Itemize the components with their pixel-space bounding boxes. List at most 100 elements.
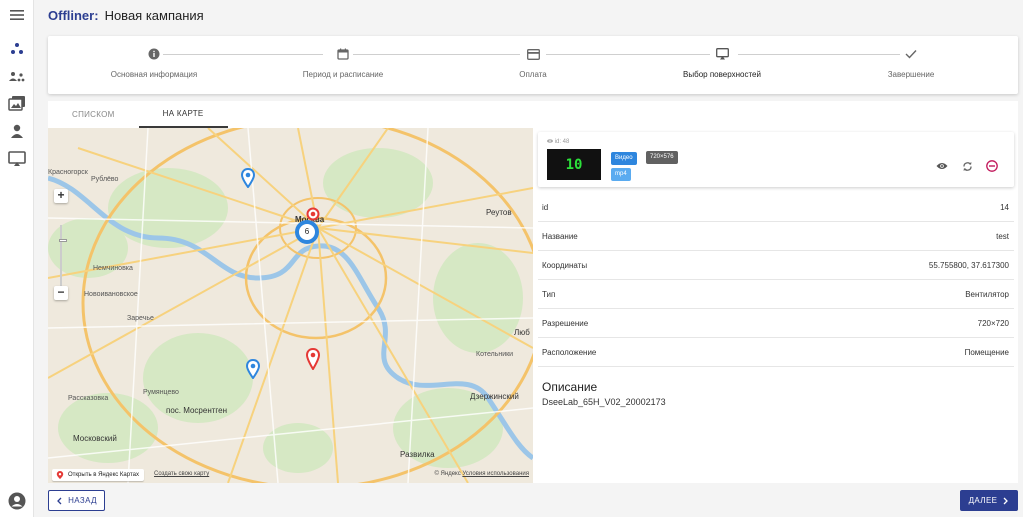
prop-value: test [996,231,1009,241]
prop-value: 720×720 [977,318,1009,328]
page-title: Новая кампания [104,7,204,23]
next-button[interactable]: ДАЛЕЕ [960,490,1018,511]
map-label: Московский [73,434,117,443]
dots-icon[interactable] [6,38,28,60]
create-map-link[interactable]: Создать свою карту [154,471,209,477]
step-finish[interactable]: Завершение [861,36,961,94]
monitor-icon[interactable] [6,148,28,170]
cast-icon [715,47,729,61]
map-label: Рассказовка [68,395,109,402]
details-panel: id: 48 10 Видео 720×576 mp4 id 14 Назван… [538,128,1014,483]
badge-video: Видео [611,152,637,165]
map-label: Люб [514,328,530,337]
brand-name: Offliner: [48,7,99,23]
step-payment[interactable]: Оплата [483,36,583,94]
map-background [48,128,533,483]
map-label: Рублёво [91,176,119,183]
badge-resolution: 720×576 [646,151,678,164]
back-button[interactable]: НАЗАД [48,490,105,511]
back-label: НАЗАД [68,496,97,505]
remove-icon[interactable] [986,160,998,172]
gallery-icon[interactable] [6,92,28,114]
step-surfaces[interactable]: Выбор поверхностей [672,36,772,94]
account-icon[interactable] [6,490,28,512]
step-label: Оплата [519,70,547,79]
step-label: Завершение [887,70,935,79]
copyright-text: © Яндекс [434,471,461,477]
prop-key: Разрешение [542,318,589,328]
zoom-in-button[interactable]: + [54,189,68,203]
users-icon[interactable] [6,65,28,87]
step-label: Период и расписание [302,70,384,79]
terms-link[interactable]: Условия использования [462,471,529,477]
map-cluster[interactable]: 6 [295,220,319,244]
map-footer: Открыть в Яндекс Картах Создать свою кар… [48,467,533,483]
surface-id-label: id: 48 [554,139,570,145]
prop-value: Помещение [964,347,1009,357]
description-title: Описание [542,380,598,394]
next-label: ДАЛЕЕ [968,496,998,505]
calendar-icon [336,47,350,61]
open-yandex-label: Открыть в Яндекс Картах [68,472,139,478]
main-card: СПИСКОМ НА КАРТЕ Рублёво Красногорск Реу… [48,101,1018,483]
eye-small-icon [547,139,553,143]
refresh-icon[interactable] [961,160,973,172]
map-pin-blue[interactable] [241,168,255,188]
map-label: Реутов [486,208,512,217]
map-label: Новоивановское [84,291,138,298]
prop-row: Разрешение 720×720 [538,309,1014,338]
surface-card: id: 48 10 Видео 720×576 mp4 [538,132,1014,187]
map-label: Развилка [400,450,435,459]
map-label: Заречье [127,315,154,322]
prop-key: id [542,202,549,212]
prop-value: 55.755800, 37.617300 [928,260,1009,270]
map-label: Румянцево [143,389,179,396]
map-label: пос. Мосрентген [166,406,228,415]
top-bar: Offliner: Новая кампания [34,0,1023,30]
description-text: DseeLab_65H_V02_20002173 [542,397,666,407]
step-label: Выбор поверхностей [683,70,761,79]
step-basic-info[interactable]: Основная информация [104,36,204,94]
map-copyright: © Яндекс Условия использования [434,471,529,477]
map-label: Красногорск [48,169,88,176]
info-icon [147,47,161,61]
preview-eye-icon[interactable] [936,160,948,172]
prop-key: Название [542,231,578,241]
prop-row: Расположение Помещение [538,338,1014,367]
map-pin-red[interactable] [306,348,320,370]
zoom-handle[interactable] [59,239,67,242]
zoom-out-button[interactable]: − [54,286,68,300]
yandex-pin-icon [56,471,64,479]
tab-map[interactable]: НА КАРТЕ [138,101,228,128]
chevron-left-icon [57,497,62,504]
media-thumbnail: 10 [547,149,601,180]
check-icon [904,47,918,61]
map-label: Котельники [476,351,514,358]
prop-row: Координаты 55.755800, 37.617300 [538,251,1014,280]
view-tabs: СПИСКОМ НА КАРТЕ [48,101,228,128]
prop-key: Координаты [542,260,588,270]
prop-key: Тип [542,289,556,299]
map-label: Немчиновка [93,265,133,272]
map-pin-red[interactable] [306,207,320,221]
prop-row: Тип Вентилятор [538,280,1014,309]
tab-list[interactable]: СПИСКОМ [48,101,139,128]
side-rail [0,0,34,517]
map-label: Дзержинский [470,392,519,401]
chevron-right-icon [1003,497,1009,504]
zoom-slider[interactable] [60,225,62,287]
person-icon[interactable] [6,120,28,142]
surface-id: id: 48 [547,139,569,145]
prop-row: Название test [538,222,1014,251]
map-view[interactable]: Рублёво Красногорск Москва Реутов Немчин… [48,128,533,483]
prop-row: id 14 [538,193,1014,222]
prop-key: Расположение [542,347,597,357]
map-pin-blue[interactable] [246,359,260,379]
prop-value: Вентилятор [965,289,1009,299]
step-schedule[interactable]: Период и расписание [293,36,393,94]
step-label: Основная информация [110,70,198,79]
menu-icon[interactable] [6,4,28,26]
prop-value: 14 [1000,202,1009,212]
open-yandex-maps-button[interactable]: Открыть в Яндекс Картах [52,469,144,481]
card-icon [526,47,540,61]
